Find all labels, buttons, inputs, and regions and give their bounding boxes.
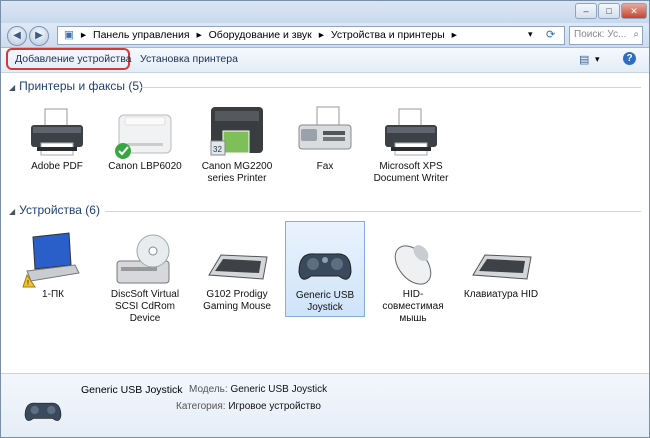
- device-label: DiscSoft Virtual SCSI CdRom Device: [110, 289, 180, 324]
- device-label: G102 Prodigy Gaming Mouse: [203, 289, 271, 312]
- svg-text:!: !: [27, 280, 29, 287]
- mouse-icon: [381, 231, 445, 289]
- collapse-icon[interactable]: ◢: [9, 83, 15, 92]
- keyboard-icon: [205, 231, 269, 289]
- details-model-row: Модель: Generic USB Joystick: [189, 384, 327, 395]
- minimize-button[interactable]: –: [575, 3, 597, 19]
- device-item-hid-mouse[interactable]: HID-совместимая мышь: [373, 231, 453, 325]
- control-panel-icon: ▣: [64, 29, 74, 41]
- device-label: HID-совместимая мышь: [382, 289, 444, 324]
- laser-printer-icon: [113, 103, 177, 161]
- cdrom-icon: [113, 231, 177, 289]
- device-label: Generic USB Joystick: [295, 290, 355, 313]
- address-bar[interactable]: ▣ ▸ Панель управления ▸ Оборудование и з…: [57, 26, 565, 45]
- device-item-generic-usb-joystick[interactable]: Generic USB Joystick: [285, 221, 365, 317]
- dropdown-chevron-icon[interactable]: ▾: [528, 29, 533, 40]
- device-item-hid-keyboard[interactable]: Клавиатура HID: [461, 231, 541, 301]
- add-printer-button[interactable]: Установка принтера: [140, 53, 238, 65]
- breadcrumb: ▣ ▸ Панель управления ▸ Оборудование и з…: [64, 28, 461, 43]
- search-placeholder: Поиск: Ус...: [574, 29, 627, 40]
- details-category-label: Категория:: [176, 401, 226, 412]
- close-button[interactable]: ✕: [621, 3, 647, 19]
- device-item-xps-writer[interactable]: Microsoft XPS Document Writer: [371, 103, 451, 185]
- search-icon[interactable]: ⌕: [633, 29, 639, 40]
- details-model-label: Модель:: [189, 384, 228, 395]
- device-item-canon-mg2200[interactable]: 32 Canon MG2200 series Printer: [197, 103, 277, 185]
- device-item-discsoft-cdrom[interactable]: DiscSoft Virtual SCSI CdRom Device: [105, 231, 185, 325]
- group-divider: [141, 87, 641, 88]
- fax-icon: [293, 103, 357, 161]
- details-device-name: Generic USB Joystick: [81, 384, 183, 396]
- chevron-right-icon[interactable]: ▸: [452, 29, 457, 41]
- devices-and-printers-window: – □ ✕ ◀ ▶ ▣ ▸ Панель управления ▸ Оборуд…: [0, 0, 650, 438]
- device-label: Canon MG2200 series Printer: [201, 161, 273, 184]
- content-pane: ◢ Принтеры и факсы (5) Adobe PDF Canon L…: [1, 73, 649, 373]
- device-label: Canon LBP6020: [108, 161, 182, 172]
- command-bar: Добавление устройства Установка принтера…: [1, 48, 649, 73]
- device-label: Microsoft XPS Document Writer: [373, 161, 449, 184]
- breadcrumb-devices-printers[interactable]: Устройства и принтеры: [331, 29, 445, 41]
- printer-icon: [379, 103, 443, 161]
- collapse-icon[interactable]: ◢: [9, 207, 15, 216]
- add-device-button[interactable]: Добавление устройства: [15, 53, 132, 65]
- details-pane: Generic USB Joystick Модель: Generic USB…: [1, 373, 649, 437]
- devices-group-title: Устройства (6): [19, 203, 100, 217]
- devices-group-header[interactable]: ◢ Устройства (6): [9, 203, 100, 217]
- view-chevron-icon[interactable]: ▾: [595, 54, 600, 65]
- svg-text:32: 32: [213, 145, 222, 154]
- device-item-g102-mouse[interactable]: G102 Prodigy Gaming Mouse: [197, 231, 277, 313]
- chevron-right-icon[interactable]: ▸: [81, 29, 86, 41]
- view-options-icon[interactable]: ▤: [579, 53, 589, 66]
- maximize-button[interactable]: □: [598, 3, 620, 19]
- refresh-icon[interactable]: ⟳: [546, 28, 555, 41]
- device-label: Adobe PDF: [31, 161, 83, 172]
- printer-icon: [25, 103, 89, 161]
- details-category-row: Категория: Игровое устройство: [176, 401, 321, 412]
- back-button[interactable]: ◀: [7, 26, 27, 46]
- device-item-canon-lbp6020[interactable]: Canon LBP6020: [105, 103, 185, 173]
- device-label: 1-ПК: [42, 289, 64, 300]
- help-icon[interactable]: ?: [623, 52, 636, 65]
- group-divider: [105, 211, 641, 212]
- chevron-right-icon[interactable]: ▸: [196, 29, 201, 41]
- breadcrumb-hardware-sound[interactable]: Оборудование и звук: [209, 29, 312, 41]
- joystick-icon: [293, 232, 357, 290]
- device-item-adobe-pdf[interactable]: Adobe PDF: [17, 103, 97, 173]
- search-field[interactable]: Поиск: Ус... ⌕: [569, 26, 643, 45]
- device-item-fax[interactable]: Fax: [285, 103, 365, 173]
- joystick-icon: [19, 388, 67, 428]
- chevron-right-icon[interactable]: ▸: [319, 29, 324, 41]
- keyboard-icon: [469, 231, 533, 289]
- printers-group-header[interactable]: ◢ Принтеры и факсы (5): [9, 79, 143, 93]
- details-category-value: Игровое устройство: [228, 401, 321, 412]
- device-label: Fax: [316, 161, 334, 172]
- device-label: Клавиатура HID: [463, 289, 539, 300]
- inkjet-printer-icon: 32: [205, 103, 269, 161]
- printers-group-title: Принтеры и факсы (5): [19, 79, 144, 93]
- details-model-value: Generic USB Joystick: [230, 384, 328, 395]
- breadcrumb-control-panel[interactable]: Панель управления: [93, 29, 189, 41]
- device-item-1-pc[interactable]: ! 1-ПК: [13, 231, 93, 301]
- title-bar: – □ ✕: [1, 1, 649, 23]
- forward-button[interactable]: ▶: [29, 26, 49, 46]
- address-row: ◀ ▶ ▣ ▸ Панель управления ▸ Оборудование…: [1, 23, 649, 48]
- laptop-icon: !: [21, 231, 85, 289]
